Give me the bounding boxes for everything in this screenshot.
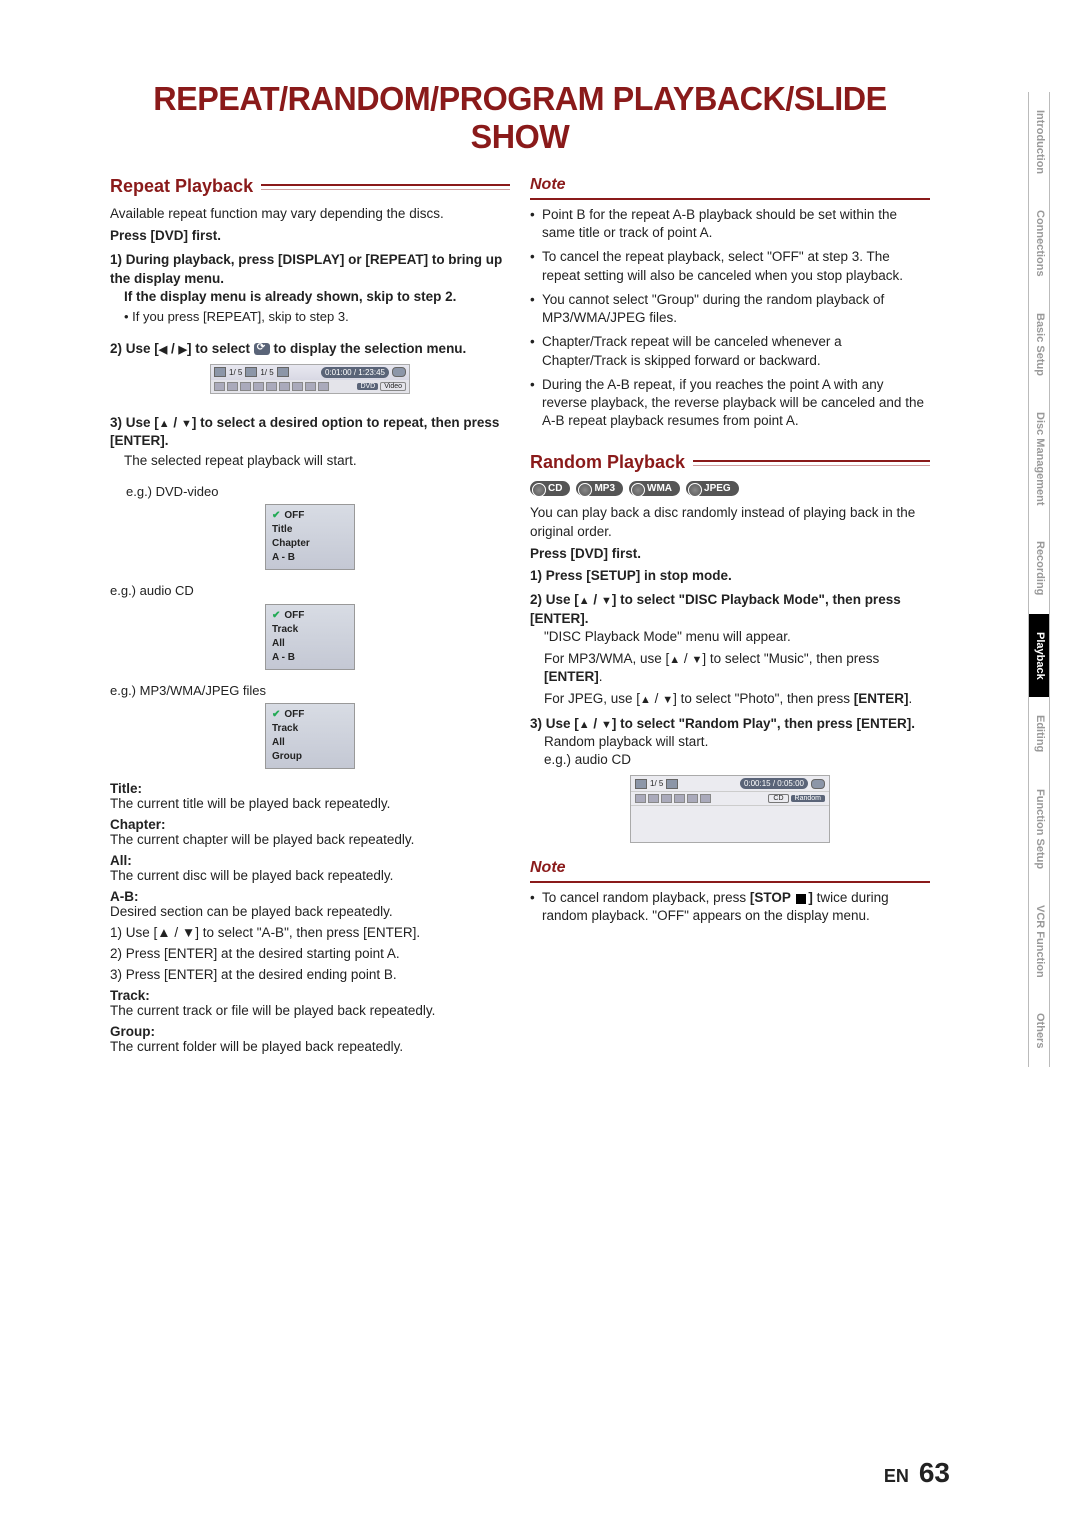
random-press-dvd: Press [DVD] first.: [530, 545, 930, 563]
note2-list: To cancel random playback, press [STOP ]…: [530, 889, 930, 925]
repeat-step1b: If the display menu is already shown, sk…: [124, 288, 510, 306]
tab-editing[interactable]: Editing: [1028, 697, 1050, 770]
def-group-h: Group:: [110, 1024, 510, 1039]
def-title-h: Title:: [110, 781, 510, 796]
repeat-step1c: • If you press [REPEAT], skip to step 3.: [124, 308, 510, 326]
dvd-tag: DVD: [357, 383, 378, 390]
def-chapter-t: The current chapter will be played back …: [110, 832, 510, 847]
note1-item: Chapter/Track repeat will be canceled wh…: [530, 333, 930, 369]
random-step3: 3) Use [ / ] to select "Random Play", th…: [530, 715, 930, 733]
badge-cd: CD: [530, 481, 570, 496]
bar-seg2: 1/ 5: [260, 368, 273, 377]
eg-mp3-label: e.g.) MP3/WMA/JPEG files: [110, 682, 510, 700]
eg-dvd-label: e.g.) DVD-video: [126, 483, 510, 501]
def-ab-s2: 2) Press [ENTER] at the desired starting…: [110, 946, 510, 961]
eg-cd-label: e.g.) audio CD: [110, 582, 510, 600]
menu-mp3: ✔OFF Track All Group: [265, 703, 355, 769]
random-display-figure: 1/ 5 0:00:15 / 0:05:00 CD Random: [630, 775, 830, 843]
def-ab-s3: 3) Press [ENTER] at the desired ending p…: [110, 967, 510, 982]
note1-heading: Note: [530, 176, 930, 194]
right-column: Note Point B for the repeat A-B playback…: [530, 176, 930, 1060]
right-arrow-icon: [179, 344, 187, 356]
repeat-step2: 2) Use [ / ] to select to display the se…: [110, 340, 510, 358]
random-step2e: For JPEG, use [ / ] to select "Photo", t…: [544, 690, 930, 708]
note1-item: Point B for the repeat A-B playback shou…: [530, 206, 930, 242]
clock-icon: [666, 779, 678, 789]
def-track-t: The current track or file will be played…: [110, 1003, 510, 1018]
down-arrow-icon: [181, 418, 192, 430]
repeat-intro: Available repeat function may vary depen…: [110, 205, 510, 223]
def-all-h: All:: [110, 853, 510, 868]
press-dvd-first: Press [DVD] first.: [110, 227, 510, 245]
random-step2d: For MP3/WMA, use [ / ] to select "Music"…: [544, 650, 930, 686]
def-ab-t: Desired section can be played back repea…: [110, 904, 510, 919]
random-heading: Random Playback: [530, 452, 685, 473]
def-track-h: Track:: [110, 988, 510, 1003]
menu-cd: ✔OFF Track All A - B: [265, 604, 355, 670]
page-footer: EN 63: [884, 1457, 950, 1489]
note2-item: To cancel random playback, press [STOP ]…: [530, 889, 930, 925]
def-group-t: The current folder will be played back r…: [110, 1039, 510, 1054]
badge-mp3: MP3: [576, 481, 623, 496]
random-tag: Random: [791, 795, 825, 802]
footer-lang: EN: [884, 1466, 909, 1487]
note1-item: You cannot select "Group" during the ran…: [530, 291, 930, 327]
clock-icon: [277, 367, 289, 377]
tab-recording[interactable]: Recording: [1028, 523, 1050, 613]
def-all-t: The current disc will be played back rep…: [110, 868, 510, 883]
display-bar-figure: 1/ 5 1/ 5 0:01:00 / 1:23:45 DVD Video: [210, 364, 410, 394]
check-icon: ✔: [272, 509, 280, 523]
section-tabs: Introduction Connections Basic Setup Dis…: [1028, 92, 1050, 1392]
tab-vcr-function[interactable]: VCR Function: [1028, 887, 1050, 996]
note1-item: To cancel the repeat playback, select "O…: [530, 248, 930, 284]
tab-function-setup[interactable]: Function Setup: [1028, 771, 1050, 887]
random-step2: 2) Use [ / ] to select "DISC Playback Mo…: [530, 591, 930, 627]
tab-others[interactable]: Others: [1028, 995, 1050, 1066]
repeat-step1: 1) During playback, press [DISPLAY] or […: [110, 251, 510, 287]
tab-playback[interactable]: Playback: [1028, 614, 1050, 698]
badge-wma: WMA: [629, 481, 680, 496]
menu-dvd: ✔OFF Title Chapter A - B: [265, 504, 355, 570]
random-eg: e.g.) audio CD: [544, 751, 930, 769]
title-icon: [635, 779, 647, 789]
tab-disc-management[interactable]: Disc Management: [1028, 394, 1050, 524]
bar-end-icon: [392, 367, 406, 377]
def-chapter-h: Chapter:: [110, 817, 510, 832]
tab-connections[interactable]: Connections: [1028, 192, 1050, 295]
repeat-step3: 3) Use [ / ] to select a desired option …: [110, 414, 510, 450]
bar-seg1: 1/ 5: [229, 368, 242, 377]
title-icon: [214, 367, 226, 377]
repeat-step3c: The selected repeat playback will start.: [124, 452, 510, 470]
def-title-t: The current title will be played back re…: [110, 796, 510, 811]
note1-item: During the A-B repeat, if you reaches th…: [530, 376, 930, 431]
video-tag: Video: [380, 382, 406, 391]
bar-time: 0:01:00 / 1:23:45: [321, 367, 389, 378]
def-ab-h: A-B:: [110, 889, 510, 904]
page-title: REPEAT/RANDOM/PROGRAM PLAYBACK/SLIDE SHO…: [118, 80, 922, 156]
heading-rule: [261, 184, 510, 190]
random-intro: You can play back a disc randomly instea…: [530, 504, 930, 540]
repeat-heading: Repeat Playback: [110, 176, 253, 197]
up-arrow-icon: [159, 418, 170, 430]
stop-icon: [796, 894, 806, 904]
check-icon: ✔: [272, 708, 280, 722]
badge-jpeg: JPEG: [686, 481, 739, 496]
tab-basic-setup[interactable]: Basic Setup: [1028, 295, 1050, 394]
repeat-icon: [254, 343, 270, 355]
def-ab-s1: 1) Use [▲ / ▼] to select "A-B", then pre…: [110, 925, 510, 940]
note2-heading: Note: [530, 859, 930, 877]
tab-introduction[interactable]: Introduction: [1028, 92, 1050, 192]
heading-rule: [693, 460, 930, 466]
random-step2c: "DISC Playback Mode" menu will appear.: [544, 628, 930, 646]
random-step1: 1) Press [SETUP] in stop mode.: [530, 567, 930, 585]
note1-list: Point B for the repeat A-B playback shou…: [530, 206, 930, 430]
cd-tag: CD: [768, 794, 788, 803]
chapter-icon: [245, 367, 257, 377]
random-step3c: Random playback will start.: [544, 733, 930, 751]
left-arrow-icon: [159, 344, 167, 356]
check-icon: ✔: [272, 609, 280, 623]
footer-page-number: 63: [919, 1457, 950, 1489]
format-badges: CD MP3 WMA JPEG: [530, 481, 930, 496]
left-column: Repeat Playback Available repeat functio…: [110, 176, 510, 1060]
